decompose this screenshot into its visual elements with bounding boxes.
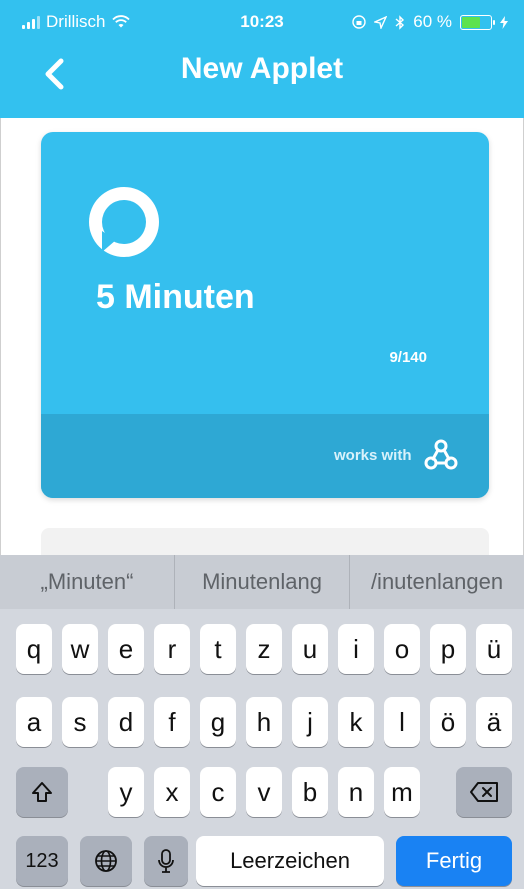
done-key[interactable]: Fertig <box>396 836 512 886</box>
suggestion-3[interactable]: /inutenlangen <box>349 555 524 609</box>
key-k[interactable]: k <box>338 697 374 747</box>
app-header: Drillisch 10:23 60 % New Applet <box>0 0 524 118</box>
key-o[interactable]: o <box>384 624 420 674</box>
backspace-icon <box>470 782 498 802</box>
battery-icon <box>460 14 495 30</box>
key-z[interactable]: z <box>246 624 282 674</box>
card-footer <box>41 414 489 498</box>
key-b[interactable]: b <box>292 767 328 817</box>
key-c[interactable]: c <box>200 767 236 817</box>
suggestion-2[interactable]: Minutenlang <box>174 555 349 609</box>
key-a-umlaut[interactable]: ä <box>476 697 512 747</box>
key-n[interactable]: n <box>338 767 374 817</box>
dictation-key[interactable] <box>144 836 188 886</box>
key-u[interactable]: u <box>292 624 328 674</box>
webhook-icon <box>424 439 458 470</box>
battery-percent: 60 % <box>413 12 452 31</box>
key-r[interactable]: r <box>154 624 190 674</box>
key-w[interactable]: w <box>62 624 98 674</box>
key-a[interactable]: a <box>16 697 52 747</box>
key-d[interactable]: d <box>108 697 144 747</box>
key-i[interactable]: i <box>338 624 374 674</box>
backspace-key[interactable] <box>456 767 512 817</box>
key-h[interactable]: h <box>246 697 282 747</box>
key-u-umlaut[interactable]: ü <box>476 624 512 674</box>
key-j[interactable]: j <box>292 697 328 747</box>
applet-title-input[interactable]: 5 Minuten <box>96 278 255 317</box>
works-with-label: works with <box>334 447 412 464</box>
suggestion-bar: „Minuten“ Minutenlang /inutenlangen <box>0 555 524 609</box>
numbers-key[interactable]: 123 <box>16 836 68 886</box>
page-title: New Applet <box>180 52 344 85</box>
key-l[interactable]: l <box>384 697 420 747</box>
globe-icon <box>95 850 117 872</box>
key-p[interactable]: p <box>430 624 466 674</box>
shift-icon <box>32 782 52 802</box>
key-y[interactable]: y <box>108 767 144 817</box>
key-f[interactable]: f <box>154 697 190 747</box>
globe-key[interactable] <box>80 836 132 886</box>
key-g[interactable]: g <box>200 697 236 747</box>
key-v[interactable]: v <box>246 767 282 817</box>
status-right: 60 % <box>352 12 508 32</box>
key-o-umlaut[interactable]: ö <box>430 697 466 747</box>
orientation-lock-icon <box>352 15 366 29</box>
key-x[interactable]: x <box>154 767 190 817</box>
microphone-icon <box>158 849 174 873</box>
shift-key[interactable] <box>16 767 68 817</box>
key-q[interactable]: q <box>16 624 52 674</box>
character-counter: 9/140 <box>389 349 427 366</box>
space-key[interactable]: Leerzeichen <box>196 836 384 886</box>
charging-icon <box>500 15 508 29</box>
bluetooth-icon <box>395 14 405 30</box>
status-bar: Drillisch 10:23 60 % <box>0 0 524 42</box>
key-s[interactable]: s <box>62 697 98 747</box>
key-m[interactable]: m <box>384 767 420 817</box>
key-t[interactable]: t <box>200 624 236 674</box>
key-e[interactable]: e <box>108 624 144 674</box>
location-icon <box>374 15 388 29</box>
alexa-icon <box>89 187 159 257</box>
suggestion-1[interactable]: „Minuten“ <box>0 555 174 609</box>
